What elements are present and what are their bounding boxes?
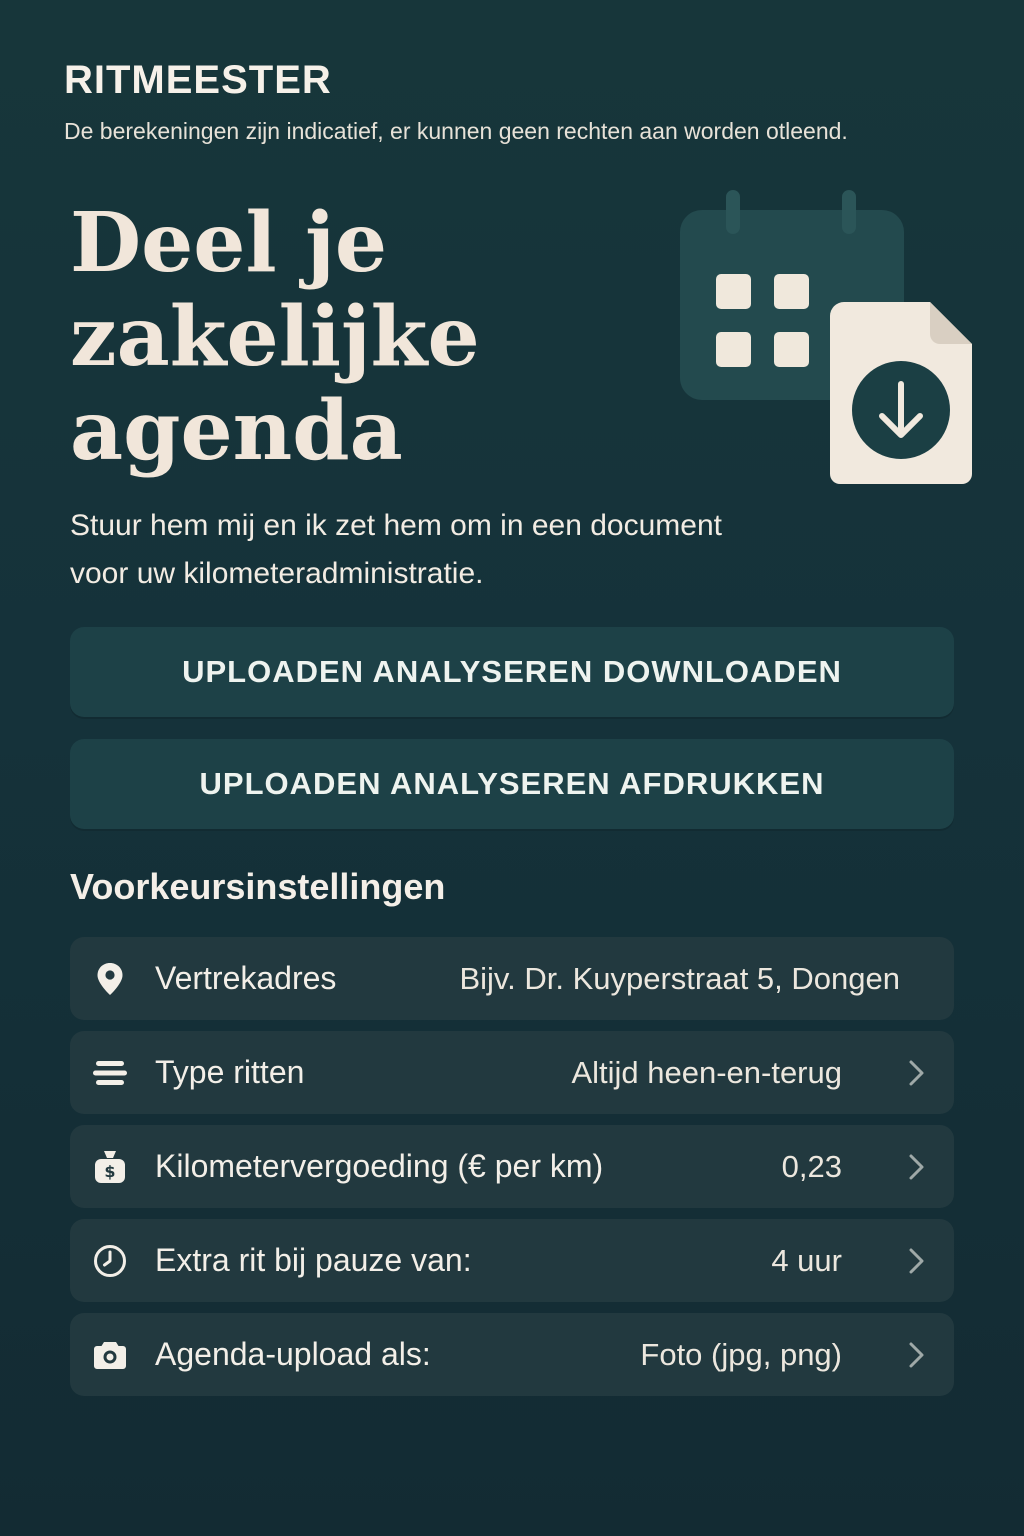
chevron-right-icon (909, 1154, 924, 1180)
chevron-right-icon (909, 1248, 924, 1274)
settings-section-title: Voorkeursinstellingen (70, 866, 446, 907)
setting-label: Agenda-upload als: (155, 1336, 431, 1372)
setting-row-trip-type[interactable]: Type ritten Altijd heen-en-terug (70, 1031, 954, 1114)
departure-address-input[interactable] (430, 954, 900, 1004)
money-bag-icon: $ (92, 1149, 128, 1185)
hero-illustration (680, 190, 972, 484)
app-name: RITMEESTER (64, 58, 332, 102)
setting-row-departure-address[interactable]: Vertrekadres (70, 937, 954, 1020)
disclaimer-text: De berekeningen zijn indicatief, er kunn… (64, 118, 848, 144)
setting-row-agenda-upload-type[interactable]: Agenda-upload als: Foto (jpg, png) (70, 1313, 954, 1396)
setting-row-extra-trip-pause[interactable]: Extra rit bij pauze van: 4 uur (70, 1219, 954, 1302)
setting-value: 4 uur (771, 1242, 842, 1278)
svg-text:$: $ (104, 1162, 115, 1181)
clock-icon (92, 1243, 128, 1279)
upload-analyze-print-button[interactable]: UPLOADEN ANALYSEREN AFDRUKKEN (70, 739, 954, 829)
chevron-right-icon (909, 1342, 924, 1368)
location-pin-icon (92, 961, 128, 997)
setting-label: Extra rit bij pauze van: (155, 1242, 472, 1278)
setting-value: Altijd heen-en-terug (571, 1054, 842, 1090)
upload-analyze-download-button[interactable]: UPLOADEN ANALYSEREN DOWNLOADEN (70, 627, 954, 717)
setting-row-mileage-allowance[interactable]: $ Kilometervergoeding (€ per km) 0,23 (70, 1125, 954, 1208)
setting-label: Type ritten (155, 1054, 305, 1090)
settings-list: Vertrekadres Type ritten Altijd heen-en-… (70, 937, 954, 1407)
hero-title: Deel je zakelijke agenda (70, 195, 480, 479)
setting-value: 0,23 (781, 1148, 842, 1184)
setting-label: Vertrekadres (155, 960, 337, 996)
setting-value: Foto (jpg, png) (640, 1336, 842, 1372)
hero-subtitle: Stuur hem mij en ik zet hem om in een do… (70, 509, 722, 590)
setting-label: Kilometervergoeding (€ per km) (155, 1148, 604, 1184)
document-download-icon (830, 302, 972, 484)
camera-icon (92, 1337, 128, 1373)
chevron-right-icon (909, 1060, 924, 1086)
route-lines-icon (92, 1055, 128, 1091)
